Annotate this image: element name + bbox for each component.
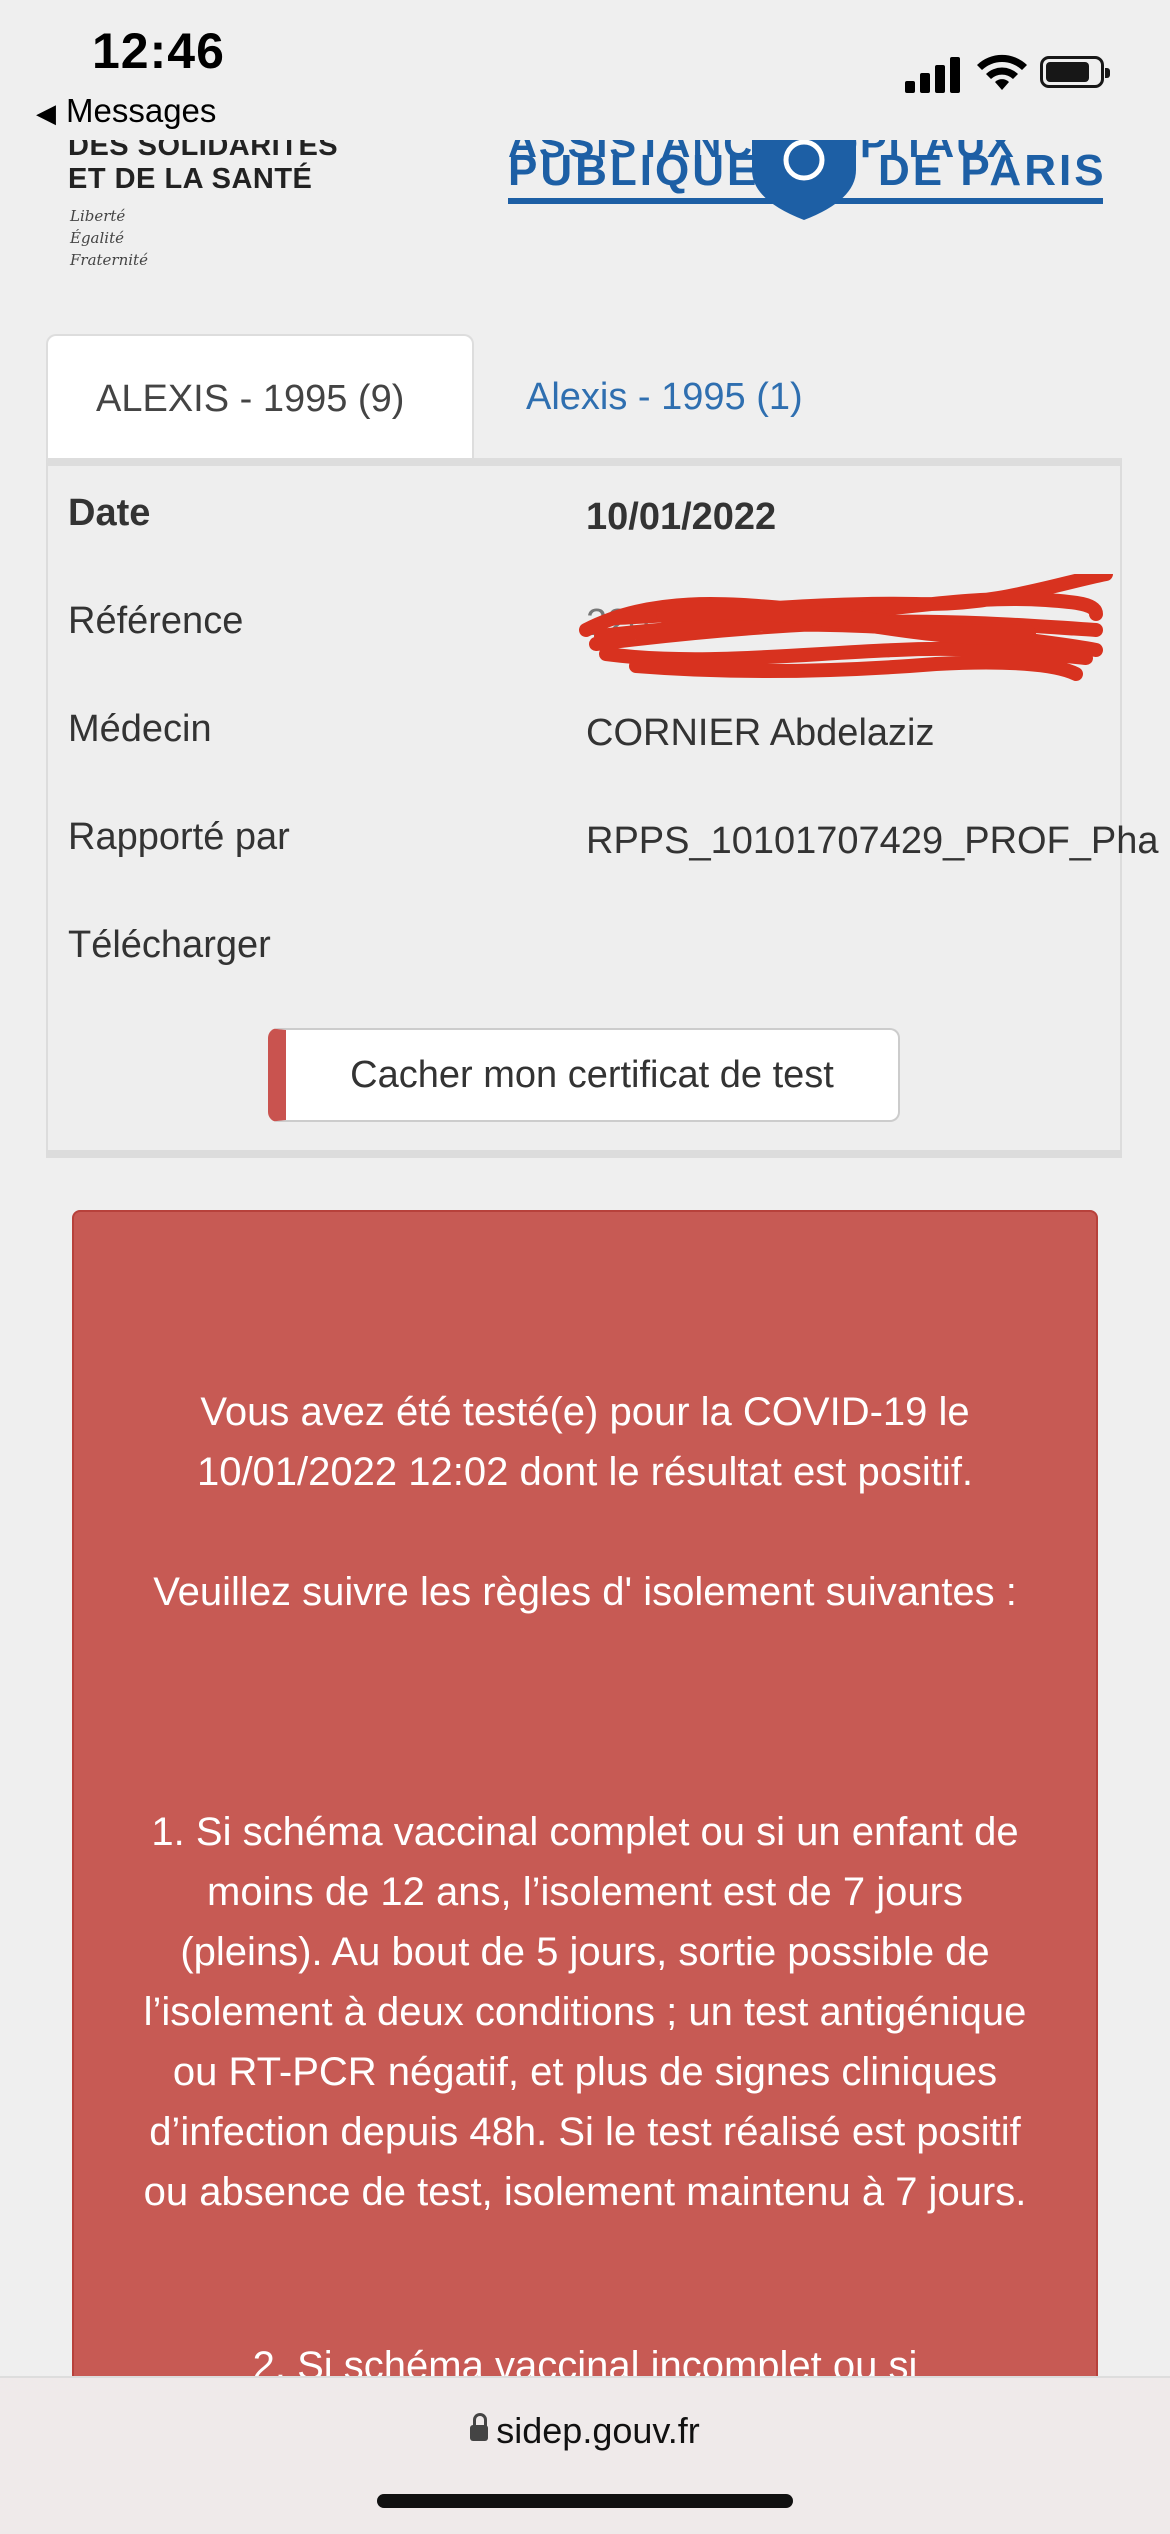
- tab-alexis-1[interactable]: Alexis - 1995 (1): [478, 334, 851, 460]
- medecin-value: CORNIER Abdelaziz: [586, 712, 935, 754]
- republic-motto: Liberté Égalité Fraternité: [70, 205, 148, 271]
- back-arrow-icon: ◀: [36, 98, 56, 128]
- status-bar: 12:46 ◀ Messages: [0, 0, 1170, 140]
- alert-result-text: Vous avez été testé(e) pour la COVID-19 …: [196, 1390, 974, 1494]
- telecharger-label[interactable]: Télécharger: [68, 924, 271, 967]
- motto-egalite: Égalité: [70, 229, 124, 247]
- battery-icon: [1040, 56, 1110, 88]
- back-label: Messages: [66, 92, 217, 129]
- patient-tabs: ALEXIS - 1995 (9) Alexis - 1995 (1): [46, 334, 1122, 460]
- reference-row: Référence 220: [48, 574, 1170, 681]
- test-details-panel: Date 10/01/2022 Référence 220 Médecin CO…: [46, 458, 1159, 1158]
- status-time: 12:46: [92, 23, 225, 79]
- back-to-messages-button[interactable]: ◀ Messages: [36, 92, 216, 130]
- motto-fraternite: Fraternité: [70, 251, 148, 269]
- alert-rule-1: 1. Si schéma vaccinal complet ou si un e…: [143, 1810, 1027, 2214]
- date-value: 10/01/2022: [586, 496, 777, 538]
- browser-bottom-bar: sidep.gouv.fr: [0, 2376, 1170, 2534]
- positive-result-alert: Vous avez été testé(e) pour la COVID-19 …: [72, 1210, 1098, 2532]
- wifi-icon: [977, 54, 1027, 90]
- motto-liberte: Liberté: [70, 207, 126, 225]
- alert-isolation-intro: Veuillez suivre les règles d' isolement …: [153, 1570, 1017, 1614]
- cellular-signal-icon: [905, 55, 961, 93]
- aphp-de-paris: DE PARIS: [878, 146, 1107, 195]
- medecin-row: Médecin CORNIER Abdelaziz: [48, 708, 1170, 788]
- rapporte-row: Rapporté par RPPS_10101707429_PROF_Pha: [48, 816, 1170, 896]
- rapporte-value: RPPS_10101707429_PROF_Pha: [586, 820, 1159, 862]
- address-bar[interactable]: sidep.gouv.fr: [0, 2410, 1170, 2452]
- hide-certificate-button[interactable]: Cacher mon certificat de test: [268, 1028, 900, 1122]
- reference-label: Référence: [68, 600, 244, 642]
- page-header: DES SOLIDARITES ET DE LA SANTÉ Liberté É…: [0, 120, 1170, 290]
- rapporte-label: Rapporté par: [68, 816, 290, 858]
- medecin-label: Médecin: [68, 708, 212, 750]
- lock-icon: [470, 2413, 489, 2441]
- tab-alexis-9[interactable]: ALEXIS - 1995 (9): [46, 334, 474, 460]
- date-label: Date: [68, 492, 151, 534]
- date-row: Date 10/01/2022: [48, 492, 1170, 572]
- ministry-line-2: ET DE LA SANTÉ: [68, 163, 313, 195]
- aphp-publique: PUBLIQUE: [508, 146, 760, 195]
- section-divider: [46, 1150, 1122, 1156]
- telecharger-row: Télécharger: [48, 924, 1170, 1004]
- home-indicator[interactable]: [377, 2494, 793, 2508]
- redaction-scribble: [579, 574, 1113, 681]
- url-text: sidep.gouv.fr: [496, 2410, 700, 2451]
